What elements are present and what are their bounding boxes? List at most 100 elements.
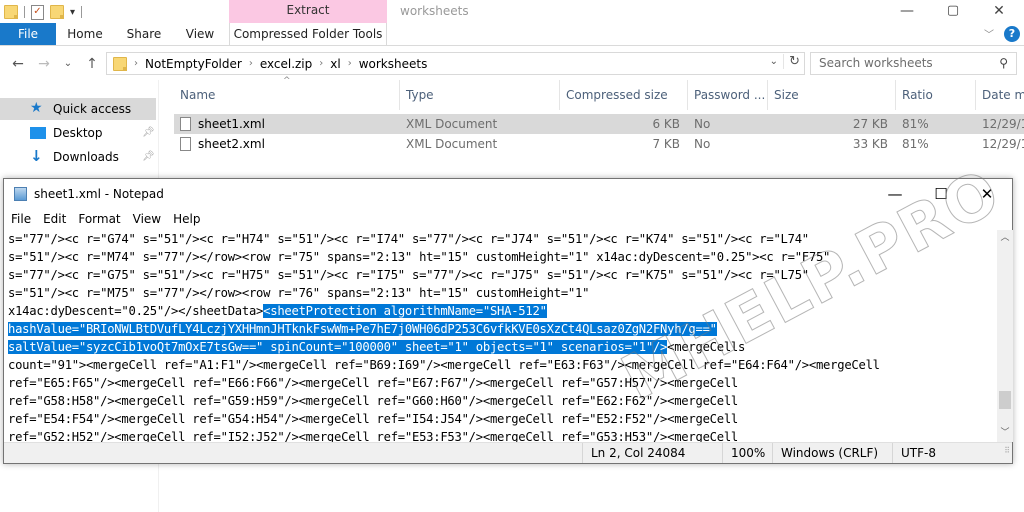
breadcrumb-separator: › [347, 58, 352, 69]
address-dropdown-icon[interactable]: ⌄ [770, 56, 778, 67]
search-placeholder: Search worksheets [819, 56, 933, 70]
text-segment: s="51"/><c r="M75" s="77"/></row><row r=… [8, 286, 590, 300]
text-editor[interactable]: s="77"/><c r="G74" s="51"/><c r="H74" s=… [8, 230, 996, 442]
column-header-type[interactable]: Type [400, 80, 560, 110]
column-header-password[interactable]: Password ... [688, 80, 768, 110]
breadcrumb-item[interactable]: NotEmptyFolder [145, 57, 242, 71]
minimize-button[interactable]: — [884, 0, 930, 24]
window-title: worksheets [400, 4, 469, 18]
vertical-scrollbar[interactable]: ︿ ﹀ [997, 230, 1013, 442]
help-icon[interactable]: ? [1004, 26, 1020, 42]
text-line: ref="G58:H58"/><mergeCell ref="G59:H59"/… [8, 392, 996, 410]
folder-icon [4, 5, 18, 19]
forward-button[interactable]: → [34, 53, 54, 75]
minimize-button[interactable]: — [872, 179, 918, 209]
menu-file[interactable]: File [11, 209, 31, 229]
expand-ribbon-icon[interactable]: ﹀ [984, 26, 994, 41]
file-name: sheet2.xml [198, 137, 265, 151]
tab-compressed-folder-tools[interactable]: Compressed Folder Tools [229, 23, 387, 45]
tab-view[interactable]: View [178, 23, 222, 45]
tab-file[interactable]: File [0, 23, 56, 45]
ribbon-tabs: File Home Share View Compressed Folder T… [0, 23, 1024, 46]
text-line: ref="E65:F65"/><mergeCell ref="E66:F66"/… [8, 374, 996, 392]
text-line: count="91"><mergeCell ref="A1:F1"/><merg… [8, 356, 996, 374]
sidebar-item-quick-access[interactable]: ★ Quick access [0, 98, 156, 120]
desktop-icon [30, 127, 46, 139]
notepad-menubar: File Edit Format View Help [4, 209, 1012, 229]
address-bar[interactable]: › NotEmptyFolder › excel.zip › xl › work… [106, 52, 805, 75]
close-button[interactable]: ✕ [976, 0, 1022, 24]
column-header-size[interactable]: Size [768, 80, 896, 110]
star-icon: ★ [30, 100, 43, 116]
pin-icon[interactable]: 📌︎ [142, 146, 155, 168]
file-row[interactable]: sheet2.xml XML Document 7 KB No 33 KB 81… [174, 134, 1024, 154]
text-segment: s="77"/><c r="G74" s="51"/><c r="H74" s=… [8, 232, 809, 246]
breadcrumb-item[interactable]: worksheets [359, 57, 428, 71]
text-line: s="77"/><c r="G74" s="51"/><c r="H74" s=… [8, 230, 996, 248]
zoom-level: 100% [722, 443, 772, 463]
text-line: s="51"/><c r="M74" s="77"/></row><row r=… [8, 248, 996, 266]
column-header-ratio[interactable]: Ratio [896, 80, 976, 110]
downloads-icon: ↓ [30, 147, 43, 165]
sidebar-label: Quick access [53, 102, 132, 116]
selected-text: <sheetProtection algorithmName="SHA-512" [263, 304, 547, 318]
new-folder-icon[interactable] [50, 5, 64, 19]
divider [24, 6, 25, 18]
quick-access-toolbar: ✓ ▾ [4, 3, 83, 21]
customize-toolbar-icon[interactable]: ▾ [70, 7, 75, 18]
menu-format[interactable]: Format [78, 209, 120, 229]
column-header-date[interactable]: Date mo [976, 80, 1024, 110]
search-input[interactable]: Search worksheets ⚲ [810, 52, 1017, 75]
tab-share[interactable]: Share [120, 23, 168, 45]
maximize-button[interactable]: ▢ [930, 0, 976, 24]
text-line: x14ac:dyDescent="0.25"/></sheetData><she… [8, 302, 996, 320]
notepad-icon [14, 187, 27, 201]
maximize-button[interactable]: ☐ [918, 179, 964, 209]
file-row[interactable]: sheet1.xml XML Document 6 KB No 27 KB 81… [174, 114, 1024, 134]
breadcrumb-separator: › [134, 58, 138, 69]
text-segment: ref="E65:F65"/><mergeCell ref="E66:F66"/… [8, 376, 739, 390]
scrollbar-thumb[interactable] [999, 391, 1011, 409]
text-line: s="51"/><c r="M75" s="77"/></row><row r=… [8, 284, 996, 302]
tab-home[interactable]: Home [60, 23, 110, 45]
breadcrumb-separator: › [319, 58, 324, 69]
sidebar-item-downloads[interactable]: ↓ Downloads 📌︎ [0, 146, 156, 168]
folder-icon [113, 56, 127, 71]
file-type: XML Document [406, 117, 498, 131]
file-compressed-size: 7 KB [652, 137, 680, 151]
up-button[interactable]: ↑ [82, 53, 102, 75]
resize-grip-icon[interactable]: ⠿ [1004, 441, 1010, 461]
scroll-down-icon[interactable]: ﹀ [997, 425, 1013, 442]
breadcrumb-item[interactable]: excel.zip [260, 57, 312, 71]
text-line: saltValue="syzcCib1voQt7mOxE7tsGw==" spi… [8, 338, 996, 356]
divider [81, 6, 83, 18]
file-ratio: 81% [902, 137, 929, 151]
file-date: 12/29/18 [982, 137, 1024, 151]
selected-text: hashValue="BRIoNWLBtDVufLY4LczjYXHHmnJHT… [8, 322, 717, 336]
menu-view[interactable]: View [133, 209, 161, 229]
sidebar-item-desktop[interactable]: Desktop 📌︎ [0, 122, 156, 144]
recent-locations-button[interactable]: ⌄ [58, 53, 78, 75]
text-segment: count="91"><mergeCell ref="A1:F1"/><merg… [8, 358, 880, 372]
menu-edit[interactable]: Edit [43, 209, 66, 229]
back-button[interactable]: ← [8, 53, 28, 75]
file-size: 27 KB [852, 117, 888, 131]
scroll-up-icon[interactable]: ︿ [997, 230, 1013, 247]
file-password: No [694, 137, 711, 151]
breadcrumb-item[interactable]: xl [330, 57, 340, 71]
menu-help[interactable]: Help [173, 209, 200, 229]
properties-icon[interactable]: ✓ [31, 4, 44, 20]
file-icon [180, 117, 191, 131]
text-line: hashValue="BRIoNWLBtDVufLY4LczjYXHHmnJHT… [8, 320, 996, 338]
text-line: ref="G52:H52"/><mergeCell ref="I52:J52"/… [8, 428, 996, 442]
context-tab-extract[interactable]: Extract [229, 0, 387, 23]
pin-icon[interactable]: 📌︎ [142, 122, 155, 144]
file-password: No [694, 117, 711, 131]
encoding: UTF-8 [892, 443, 992, 463]
column-header-compressed-size[interactable]: Compressed size [560, 80, 688, 110]
refresh-icon[interactable]: ↻ [783, 54, 800, 69]
text-segment: ref="E54:F54"/><mergeCell ref="G54:H54"/… [8, 412, 739, 426]
file-name: sheet1.xml [198, 117, 265, 131]
close-button[interactable]: ✕ [964, 179, 1010, 209]
column-header-name[interactable]: Name [174, 80, 400, 110]
